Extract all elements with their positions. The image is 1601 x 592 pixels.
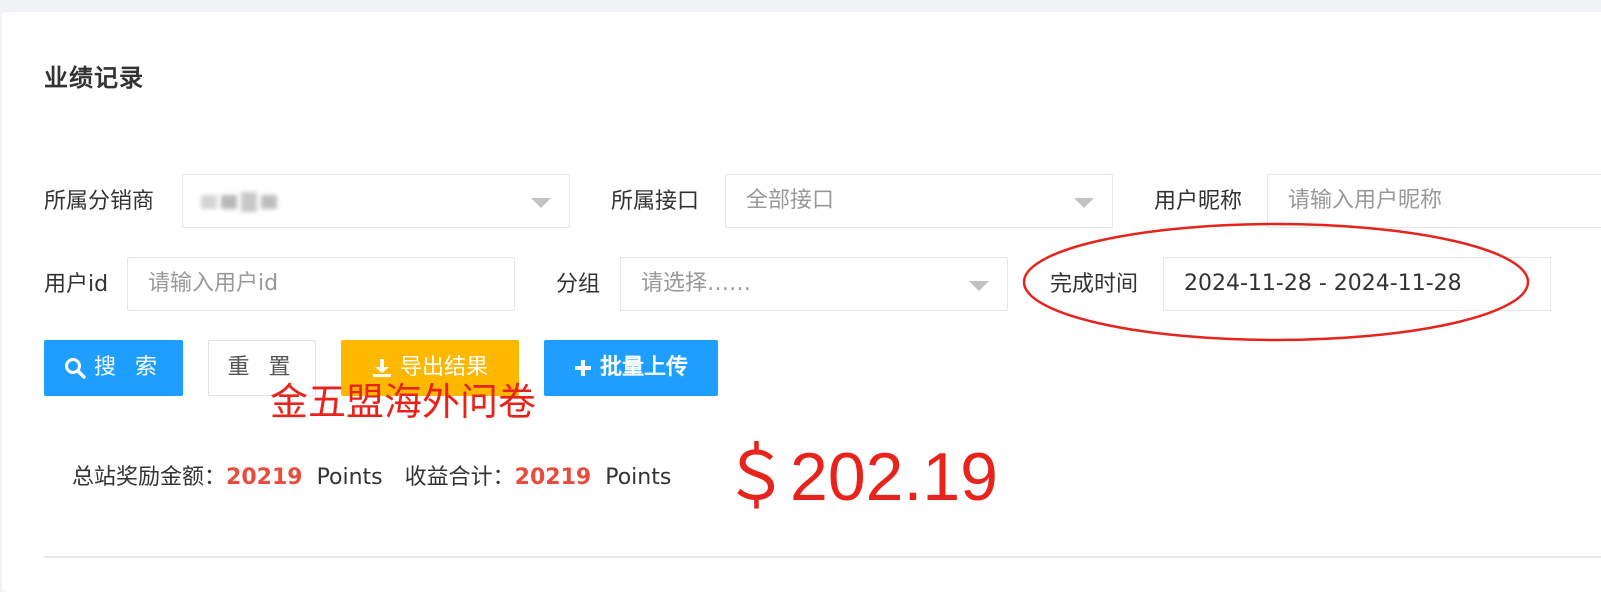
income-total-unit: Points xyxy=(605,465,672,490)
annotation-amount: ＄202.19 xyxy=(722,439,998,515)
plus-icon xyxy=(574,360,591,376)
summary-line: 总站奖励金额：20219 Points 收益合计：20219 Points xyxy=(72,462,671,494)
user-id-placeholder: 请输入用户id xyxy=(148,271,279,296)
interface-label: 所属接口 xyxy=(611,189,700,214)
interface-select[interactable]: 全部接口 xyxy=(725,174,1113,228)
batch-upload-button-label: 批量上传 xyxy=(599,355,688,380)
group-placeholder: 请选择…… xyxy=(641,271,752,296)
income-total-label: 收益合计： xyxy=(404,465,515,490)
total-reward-value: 20219 xyxy=(226,465,303,490)
total-reward-unit: Points xyxy=(316,465,383,490)
nickname-placeholder: 请输入用户昵称 xyxy=(1288,188,1443,213)
search-icon xyxy=(65,358,86,379)
redacted-value xyxy=(201,189,283,215)
caret-down-icon xyxy=(1074,198,1094,208)
group-select[interactable]: 请选择…… xyxy=(620,257,1008,311)
search-button-label: 搜 索 xyxy=(94,355,163,380)
user-id-label: 用户id xyxy=(44,272,109,297)
distributor-label: 所属分销商 xyxy=(44,189,155,214)
distributor-select[interactable] xyxy=(182,174,570,228)
income-total-value: 20219 xyxy=(514,465,592,490)
batch-upload-button[interactable]: 批量上传 xyxy=(544,340,718,396)
page-title: 业绩记录 xyxy=(44,64,144,92)
completion-time-label: 完成时间 xyxy=(1050,272,1139,297)
caret-down-icon xyxy=(531,198,551,208)
nickname-input[interactable]: 请输入用户昵称 xyxy=(1267,174,1601,228)
completion-time-input[interactable]: 2024-11-28 - 2024-11-28 xyxy=(1163,257,1551,311)
interface-value: 全部接口 xyxy=(746,188,835,213)
annotation-note: 金五盟海外问卷 xyxy=(270,380,537,424)
user-id-input[interactable]: 请输入用户id xyxy=(127,257,515,311)
caret-down-icon xyxy=(969,281,989,291)
divider xyxy=(44,556,1601,558)
nickname-label: 用户昵称 xyxy=(1154,189,1243,214)
search-button[interactable]: 搜 索 xyxy=(44,340,183,396)
group-label: 分组 xyxy=(556,272,601,297)
total-reward-label: 总站奖励金额： xyxy=(72,465,227,490)
completion-time-value: 2024-11-28 - 2024-11-28 xyxy=(1184,271,1462,296)
